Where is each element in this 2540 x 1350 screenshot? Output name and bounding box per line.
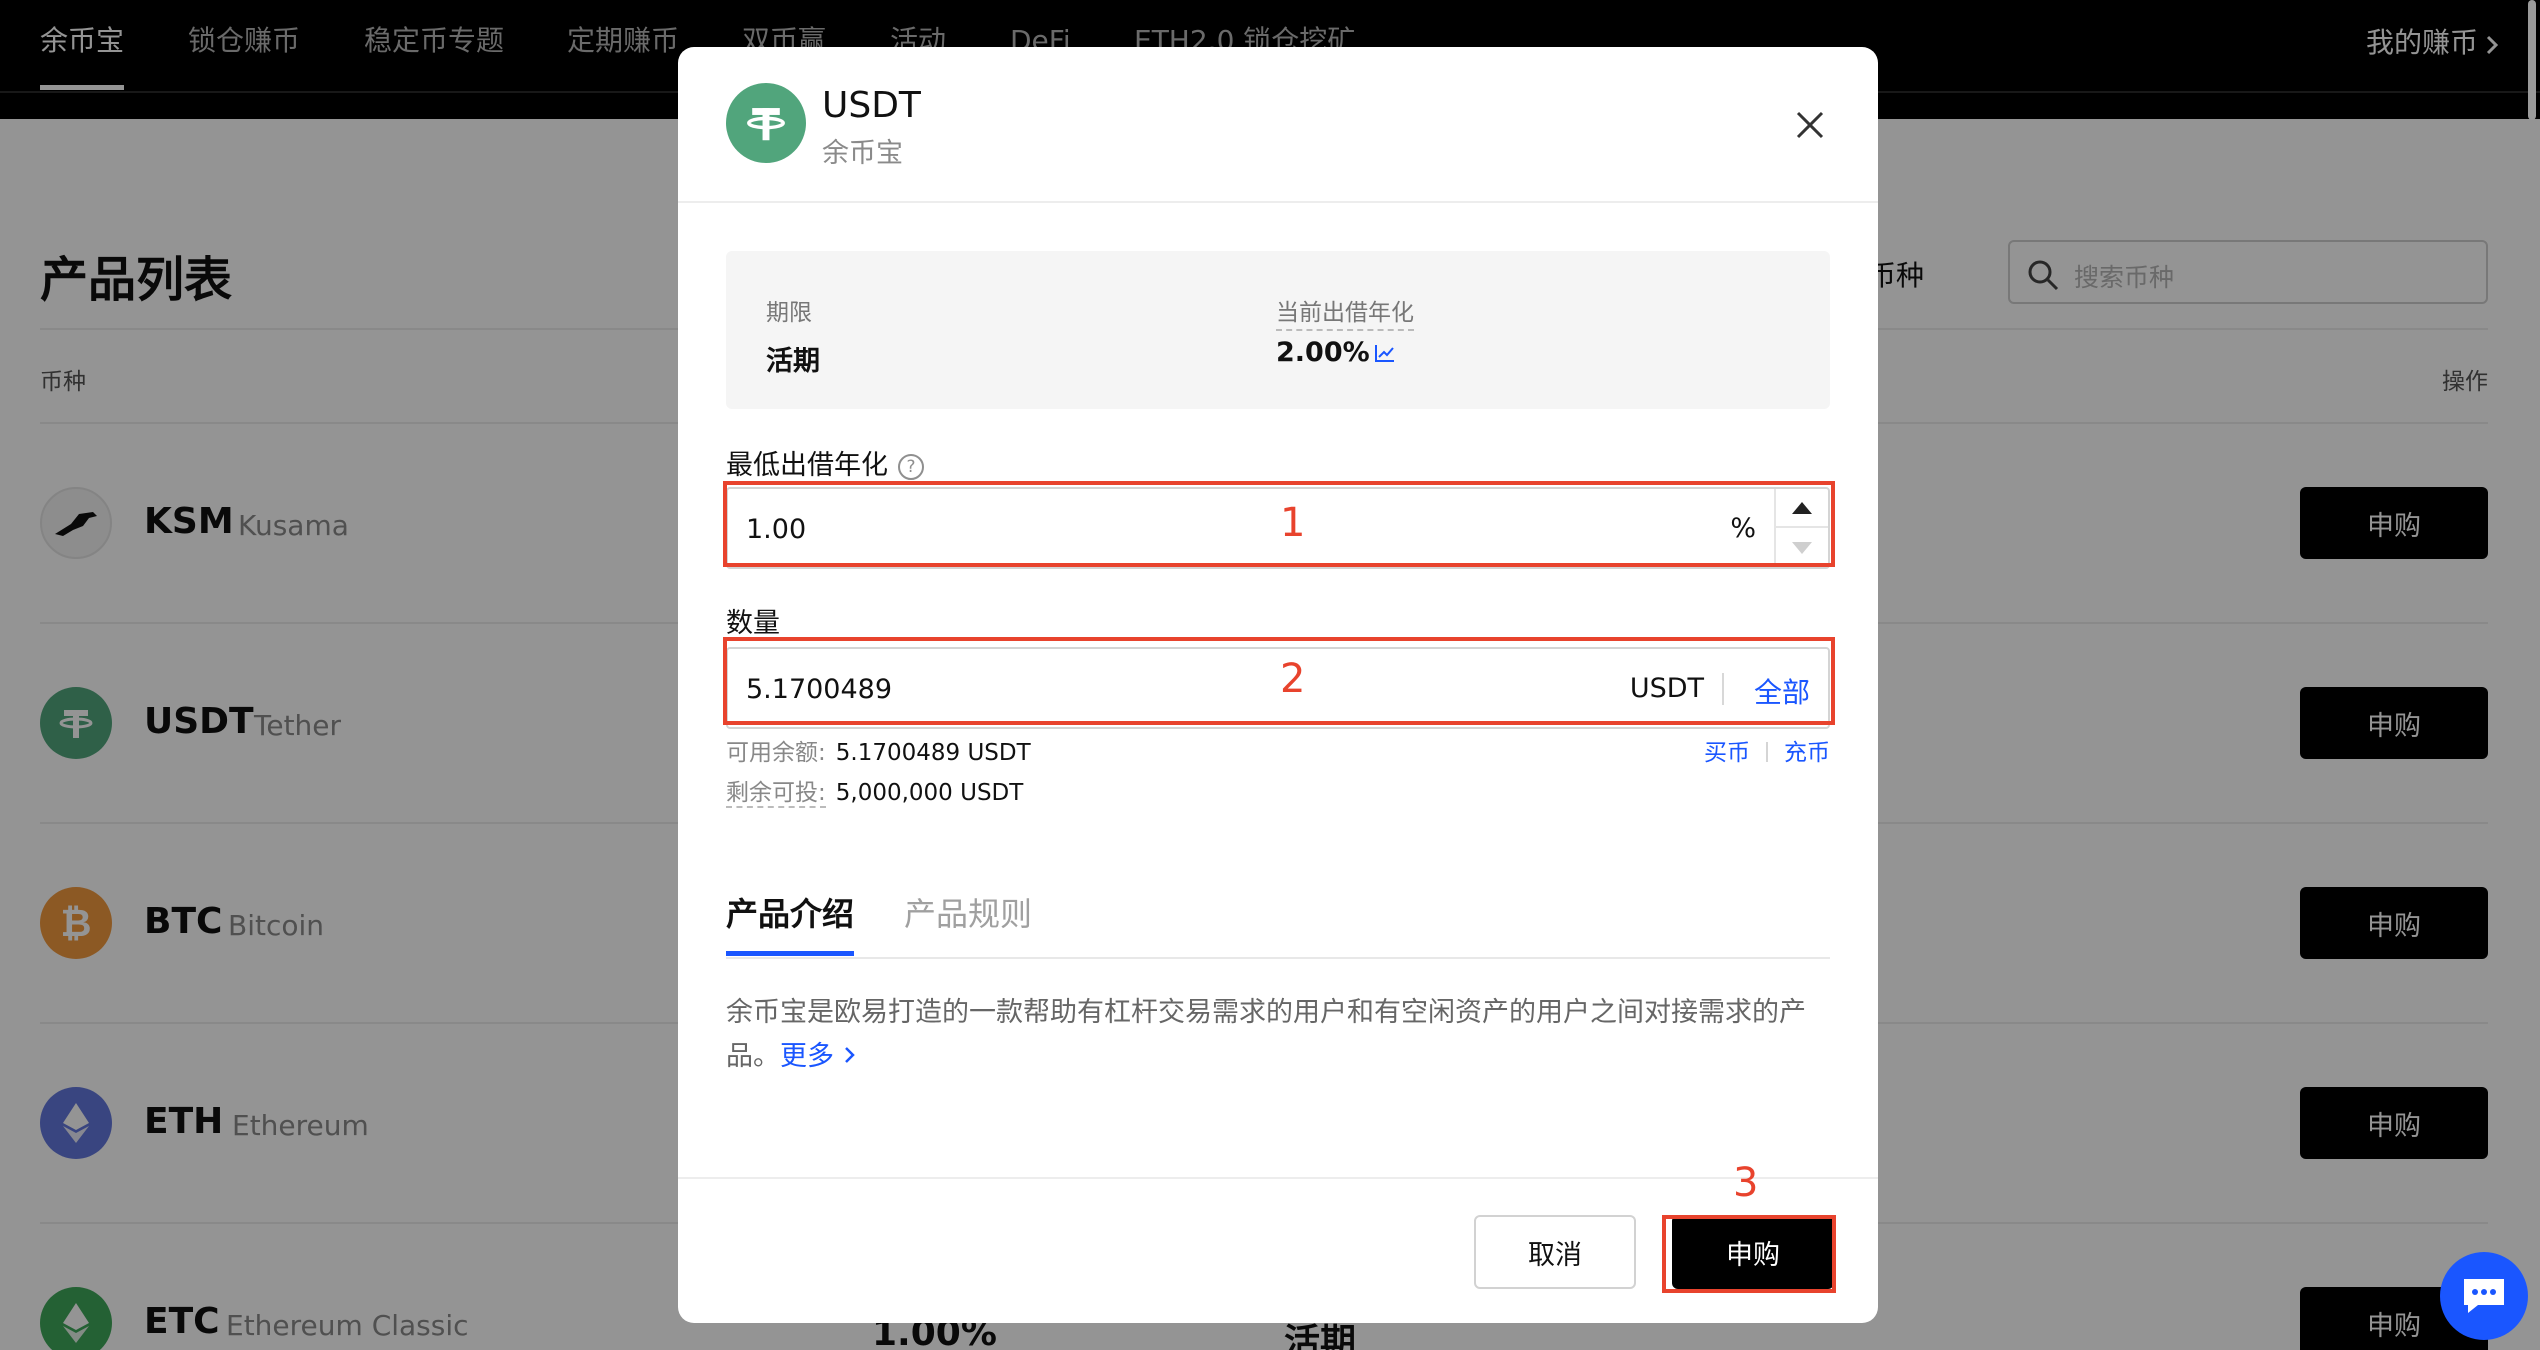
caret-up-icon	[1792, 501, 1812, 514]
usdt-logo	[726, 83, 806, 163]
dialog-footer: 取消 申购	[678, 1177, 1878, 1323]
tab-active-indicator	[726, 951, 854, 956]
more-link[interactable]: 更多	[780, 1041, 857, 1072]
quantity-field: USDT 全部	[726, 647, 1830, 729]
min-rate-input[interactable]	[746, 509, 1446, 549]
info-tabs: 产品介绍 产品规则	[726, 887, 1830, 959]
remaining-quota: 剩余可投: 5,000,000 USDT	[726, 773, 1024, 808]
annotation-number: 2	[1280, 656, 1306, 702]
product-intro-text: 余币宝是欧易打造的一款帮助有杠杆交易需求的用户和有空闲资产的用户之间对接需求的产…	[726, 991, 1830, 1079]
help-icon[interactable]: ?	[898, 454, 924, 480]
more-link-label: 更多	[780, 1041, 834, 1072]
available-balance-label: 可用余额:	[726, 740, 826, 766]
rate-stepper	[1774, 489, 1828, 567]
percent-suffix: %	[1730, 513, 1756, 544]
current-rate: 2.00%	[1276, 337, 1396, 368]
page-scrollbar[interactable]	[2528, 0, 2536, 120]
tether-icon	[747, 108, 785, 141]
annotation-number: 3	[1733, 1160, 1759, 1206]
divider	[1766, 742, 1768, 762]
deposit-link[interactable]: 充币	[1784, 740, 1830, 766]
remaining-quota-label: 剩余可投:	[726, 780, 826, 808]
chevron-right-icon	[844, 1047, 855, 1063]
quantity-label: 数量	[726, 608, 780, 639]
current-rate-value: 2.00%	[1276, 337, 1370, 368]
close-icon[interactable]	[1790, 105, 1830, 145]
min-rate-label-text: 最低出借年化	[726, 450, 888, 481]
cancel-button[interactable]: 取消	[1474, 1215, 1636, 1289]
remaining-quota-value: 5,000,000 USDT	[835, 780, 1024, 806]
chat-support-button[interactable]	[2440, 1252, 2528, 1340]
quantity-input[interactable]	[746, 669, 1446, 709]
funding-links: 买币 充币	[1704, 733, 1830, 767]
confirm-subscribe-button[interactable]: 申购	[1672, 1215, 1834, 1289]
trend-chart-icon[interactable]	[1374, 343, 1396, 363]
current-rate-label: 当前出借年化	[1276, 293, 1414, 331]
term-value: 活期	[766, 346, 820, 377]
min-rate-field: %	[726, 487, 1830, 569]
subscribe-dialog: USDT 余币宝 期限 活期 当前出借年化 2.00% 最低出借年化? % 数量…	[678, 47, 1878, 1323]
available-balance-value: 5.1700489 USDT	[835, 740, 1031, 766]
annotation-number: 1	[1280, 500, 1306, 546]
tab-product-intro[interactable]: 产品介绍	[726, 889, 854, 935]
dialog-header: USDT 余币宝	[678, 47, 1878, 203]
max-amount-button[interactable]: 全部	[1754, 671, 1810, 711]
term-label: 期限	[766, 300, 812, 326]
stepper-down-button[interactable]	[1776, 528, 1828, 567]
caret-down-icon	[1792, 541, 1812, 554]
tab-product-rules[interactable]: 产品规则	[904, 889, 1032, 935]
available-balance: 可用余额: 5.1700489 USDT	[726, 733, 1031, 767]
dialog-title: USDT	[822, 85, 921, 126]
divider	[1722, 673, 1724, 705]
quantity-unit: USDT	[1629, 673, 1704, 704]
stepper-up-button[interactable]	[1776, 489, 1828, 528]
min-rate-label: 最低出借年化?	[726, 443, 924, 482]
buy-crypto-link[interactable]: 买币	[1704, 740, 1750, 766]
intro-paragraph: 余币宝是欧易打造的一款帮助有杠杆交易需求的用户和有空闲资产的用户之间对接需求的产…	[726, 997, 1806, 1072]
dialog-subtitle: 余币宝	[822, 138, 903, 169]
chat-icon	[2464, 1279, 2504, 1313]
product-info-card: 期限 活期 当前出借年化 2.00%	[726, 251, 1830, 409]
